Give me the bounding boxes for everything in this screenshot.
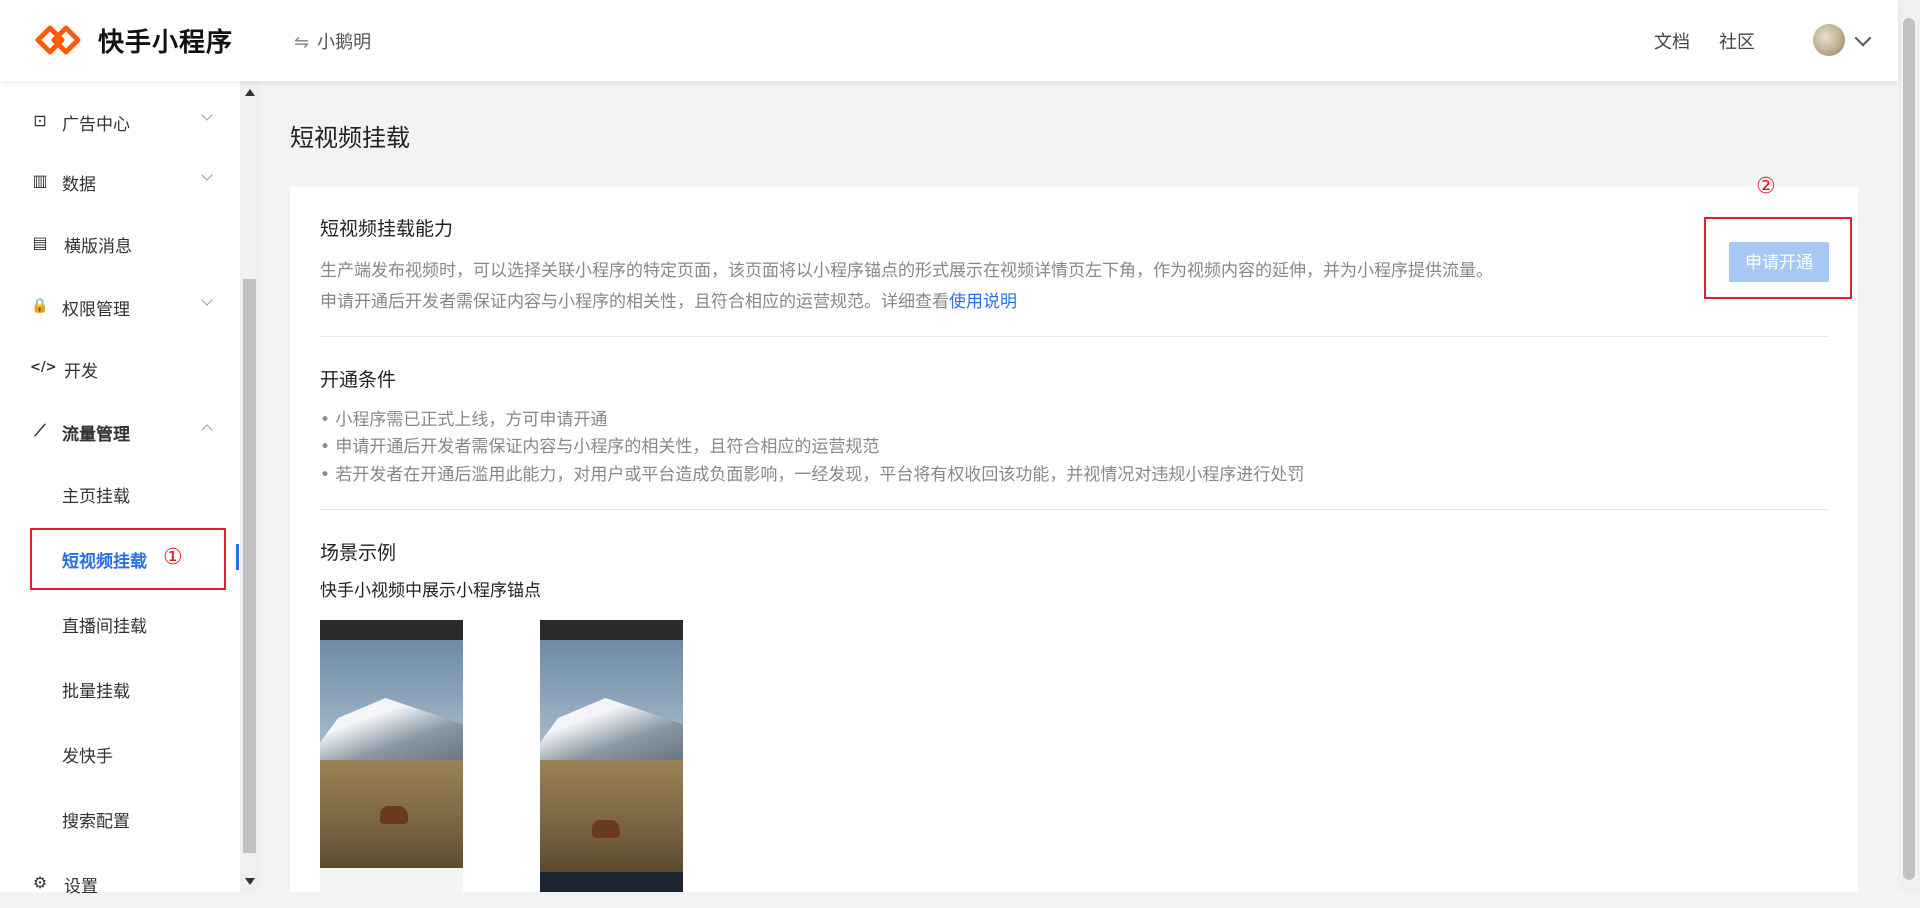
gear-icon: ⚙ [32, 873, 48, 892]
sidebar-item-message[interactable]: ▤ 横版消息 [0, 218, 240, 268]
sidebar-item-label: 权限管理 [62, 300, 130, 320]
sidebar-item-develop[interactable]: </> 开发 [0, 343, 240, 393]
scenes-subtitle: 快手小视频中展示小程序锚点 [320, 581, 541, 601]
chevron-down-icon [201, 169, 213, 181]
sidebar-sub-item-homepage-mount[interactable]: 主页挂载 [0, 468, 240, 518]
capability-note: 申请开通后开发者需保证内容与小程序的相关性，且符合相应的运营规范。详细查看使用说… [320, 287, 1017, 312]
sidebar-sub-item-publish-kuaishou[interactable]: 发快手 [0, 728, 240, 778]
sidebar-scrollbar[interactable] [240, 81, 260, 892]
docs-link[interactable]: 文档 [1654, 28, 1690, 54]
account-name: 小鹅明 [317, 32, 372, 53]
top-bar: 快手小程序 ⇋ 小鹅明 文档 社区 [0, 0, 1898, 81]
lock-icon: 🔒 [31, 298, 49, 314]
chevron-down-icon [201, 294, 213, 306]
sidebar-sub-label: 发快手 [62, 747, 113, 767]
community-link[interactable]: 社区 [1719, 28, 1755, 54]
page-scrollbar-thumb[interactable] [1903, 18, 1915, 880]
brand-title[interactable]: 快手小程序 [98, 22, 233, 59]
ad-center-icon: ⊡ [33, 111, 47, 130]
condition-item: • 若开发者在开通后滥用此能力，对用户或平台造成负面影响，一经发现，平台将有权收… [320, 465, 1305, 485]
avatar[interactable] [1813, 24, 1845, 56]
capability-note-text: 申请开通后开发者需保证内容与小程序的相关性，且符合相应的运营规范。详细查看 [320, 292, 949, 312]
sidebar-item-ad-center[interactable]: ⊡ 广告中心 [0, 96, 240, 146]
usage-guide-link[interactable]: 使用说明 [949, 292, 1017, 312]
annotation-box-1 [30, 528, 226, 590]
annotation-marker-1: ① [163, 545, 183, 570]
chevron-down-icon [201, 109, 213, 121]
sidebar-item-data[interactable]: ▥ 数据 [0, 156, 240, 206]
divider [320, 509, 1828, 510]
sidebar-sub-item-search-config[interactable]: 搜索配置 [0, 793, 240, 843]
account-switcher[interactable]: ⇋ 小鹅明 [294, 28, 371, 54]
sidebar-sub-label: 搜索配置 [62, 812, 130, 832]
capability-title: 短视频挂载能力 [320, 218, 454, 240]
content-card: 短视频挂载能力 生产端发布视频时，可以选择关联小程序的特定页面，该页面将以小程序… [290, 174, 1858, 892]
condition-item: • 小程序需已正式上线，方可申请开通 [320, 410, 608, 430]
active-indicator [236, 544, 239, 570]
sidebar-item-label: 广告中心 [62, 115, 130, 135]
scene-example-image [320, 620, 463, 892]
sidebar: ⊡ 广告中心 ▥ 数据 ▤ 横版消息 🔒 权限管理 </> 开发 ⟋ 流量管理 … [0, 81, 240, 897]
code-icon: </> [30, 360, 57, 375]
sidebar-scrollbar-thumb[interactable] [243, 279, 256, 853]
scroll-up-icon[interactable] [245, 89, 255, 96]
kuaishou-logo-icon[interactable] [34, 22, 82, 58]
sidebar-sub-item-live-room-mount[interactable]: 直播间挂载 [0, 598, 240, 648]
capability-description: 生产端发布视频时，可以选择关联小程序的特定页面，该页面将以小程序锚点的形式展示在… [320, 261, 1493, 281]
apply-button[interactable]: 申请开通 [1729, 242, 1829, 282]
sidebar-sub-label: 批量挂载 [62, 682, 130, 702]
sidebar-item-label: 流量管理 [62, 425, 130, 445]
sidebar-item-permissions[interactable]: 🔒 权限管理 [0, 281, 240, 331]
chevron-down-icon[interactable] [1854, 29, 1872, 47]
sidebar-item-traffic[interactable]: ⟋ 流量管理 [0, 406, 240, 456]
page-title: 短视频挂载 [290, 124, 410, 152]
message-icon: ▤ [32, 233, 48, 252]
conditions-title: 开通条件 [320, 369, 397, 391]
condition-item: • 申请开通后开发者需保证内容与小程序的相关性，且符合相应的运营规范 [320, 437, 880, 457]
scroll-down-icon[interactable] [245, 878, 255, 885]
switch-icon: ⇋ [294, 32, 310, 53]
page-scrollbar[interactable] [1898, 0, 1920, 892]
annotation-marker-2: ② [1756, 174, 1776, 199]
divider [320, 336, 1828, 337]
sidebar-item-label: 数据 [62, 175, 96, 195]
sidebar-sub-label: 主页挂载 [62, 487, 130, 507]
scene-example-image [540, 620, 683, 892]
sidebar-sub-item-batch-mount[interactable]: 批量挂载 [0, 663, 240, 713]
traffic-chart-icon: ⟋ [34, 421, 46, 440]
chevron-up-icon [201, 424, 213, 436]
data-chart-icon: ▥ [32, 171, 48, 190]
sidebar-item-settings[interactable]: ⚙ 设置 [0, 858, 240, 908]
sidebar-item-label: 开发 [64, 362, 98, 382]
sidebar-sub-label: 直播间挂载 [62, 617, 147, 637]
scenes-title: 场景示例 [320, 542, 397, 564]
sidebar-item-label: 横版消息 [64, 237, 132, 257]
sidebar-item-label: 设置 [64, 877, 98, 897]
